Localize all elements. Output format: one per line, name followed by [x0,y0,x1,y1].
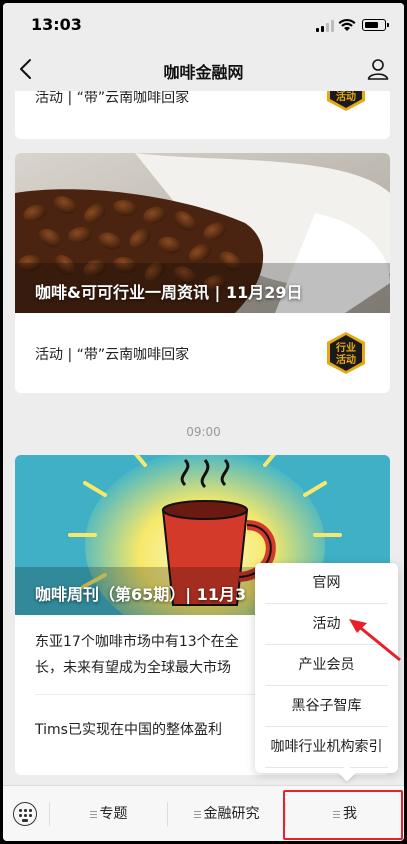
article-card[interactable]: 活动 | “带”云南咖啡回家 行业 活动 [15,91,390,139]
article-card[interactable]: 咖啡&可可行业一周资讯 | 11月29日 活动 | “带”云南咖啡回家 行业 活… [15,153,390,393]
tab-label: 金融研究 [203,806,260,822]
menu-lines-icon [193,810,201,818]
cellular-signal-icon [316,20,334,32]
article-title: 活动 | “带”云南咖啡回家 [35,347,190,363]
menu-lines-icon [89,810,97,818]
industry-event-badge-icon: 行业 活动 [327,332,365,374]
svg-text:行业: 行业 [335,341,356,354]
article-hero-caption: 咖啡周刊（第65期）| 11月3 [35,585,247,604]
wifi-icon [338,18,356,31]
article-row[interactable]: 活动 | “带”云南咖啡回家 行业 活动 [15,91,390,139]
keyboard-toggle-icon[interactable] [13,802,37,826]
annotation-arrow-icon [349,619,401,662]
page-title: 咖啡金融网 [163,63,244,82]
article-title: 活动 | “带”云南咖啡回家 [35,91,190,106]
profile-popup-menu: 官网 活动 产业会员 黑谷子智库 咖啡行业机构索引 [255,563,398,782]
article-title: Tims已实现在中国的整体盈利 [35,722,222,738]
menu-item-official-site[interactable]: 官网 [265,563,388,604]
status-bar: 13:03 [3,3,404,47]
article-row[interactable]: 活动 | “带”云南咖啡回家 行业 活动 [15,313,390,393]
menu-item-institution-index[interactable]: 咖啡行业机构索引 [265,727,388,768]
coffee-beans-image[interactable]: 咖啡&可可行业一周资讯 | 11月29日 [15,153,390,313]
menu-item-think-tank[interactable]: 黑谷子智库 [265,686,388,727]
bottom-tab-bar: 专题 金融研究 我 [3,785,404,841]
phone-screen: 13:03 咖啡金融网 活动 | “带”云南咖啡回家 活动 咖啡&可可行业一周资… [3,3,404,841]
user-profile-icon[interactable] [366,57,390,81]
tab-topics[interactable]: 专题 [50,786,167,841]
article-hero-caption: 咖啡&可可行业一周资讯 | 11月29日 [35,283,303,302]
message-timestamp: 09:00 [186,425,221,439]
svg-text:活动: 活动 [336,91,356,103]
battery-icon [362,19,389,31]
annotation-highlight-box [283,790,403,840]
industry-event-badge-icon: 行业 活动 [327,91,365,111]
status-time: 13:03 [31,15,82,34]
tab-label: 专题 [99,806,128,822]
article-title: 东亚17个咖啡市场中有13个在全 长，未来有望成为全球最大市场 [35,634,239,676]
svg-text:活动: 活动 [336,353,356,366]
navigation-bar: 咖啡金融网 [3,47,404,91]
tab-finance-research[interactable]: 金融研究 [168,786,285,841]
